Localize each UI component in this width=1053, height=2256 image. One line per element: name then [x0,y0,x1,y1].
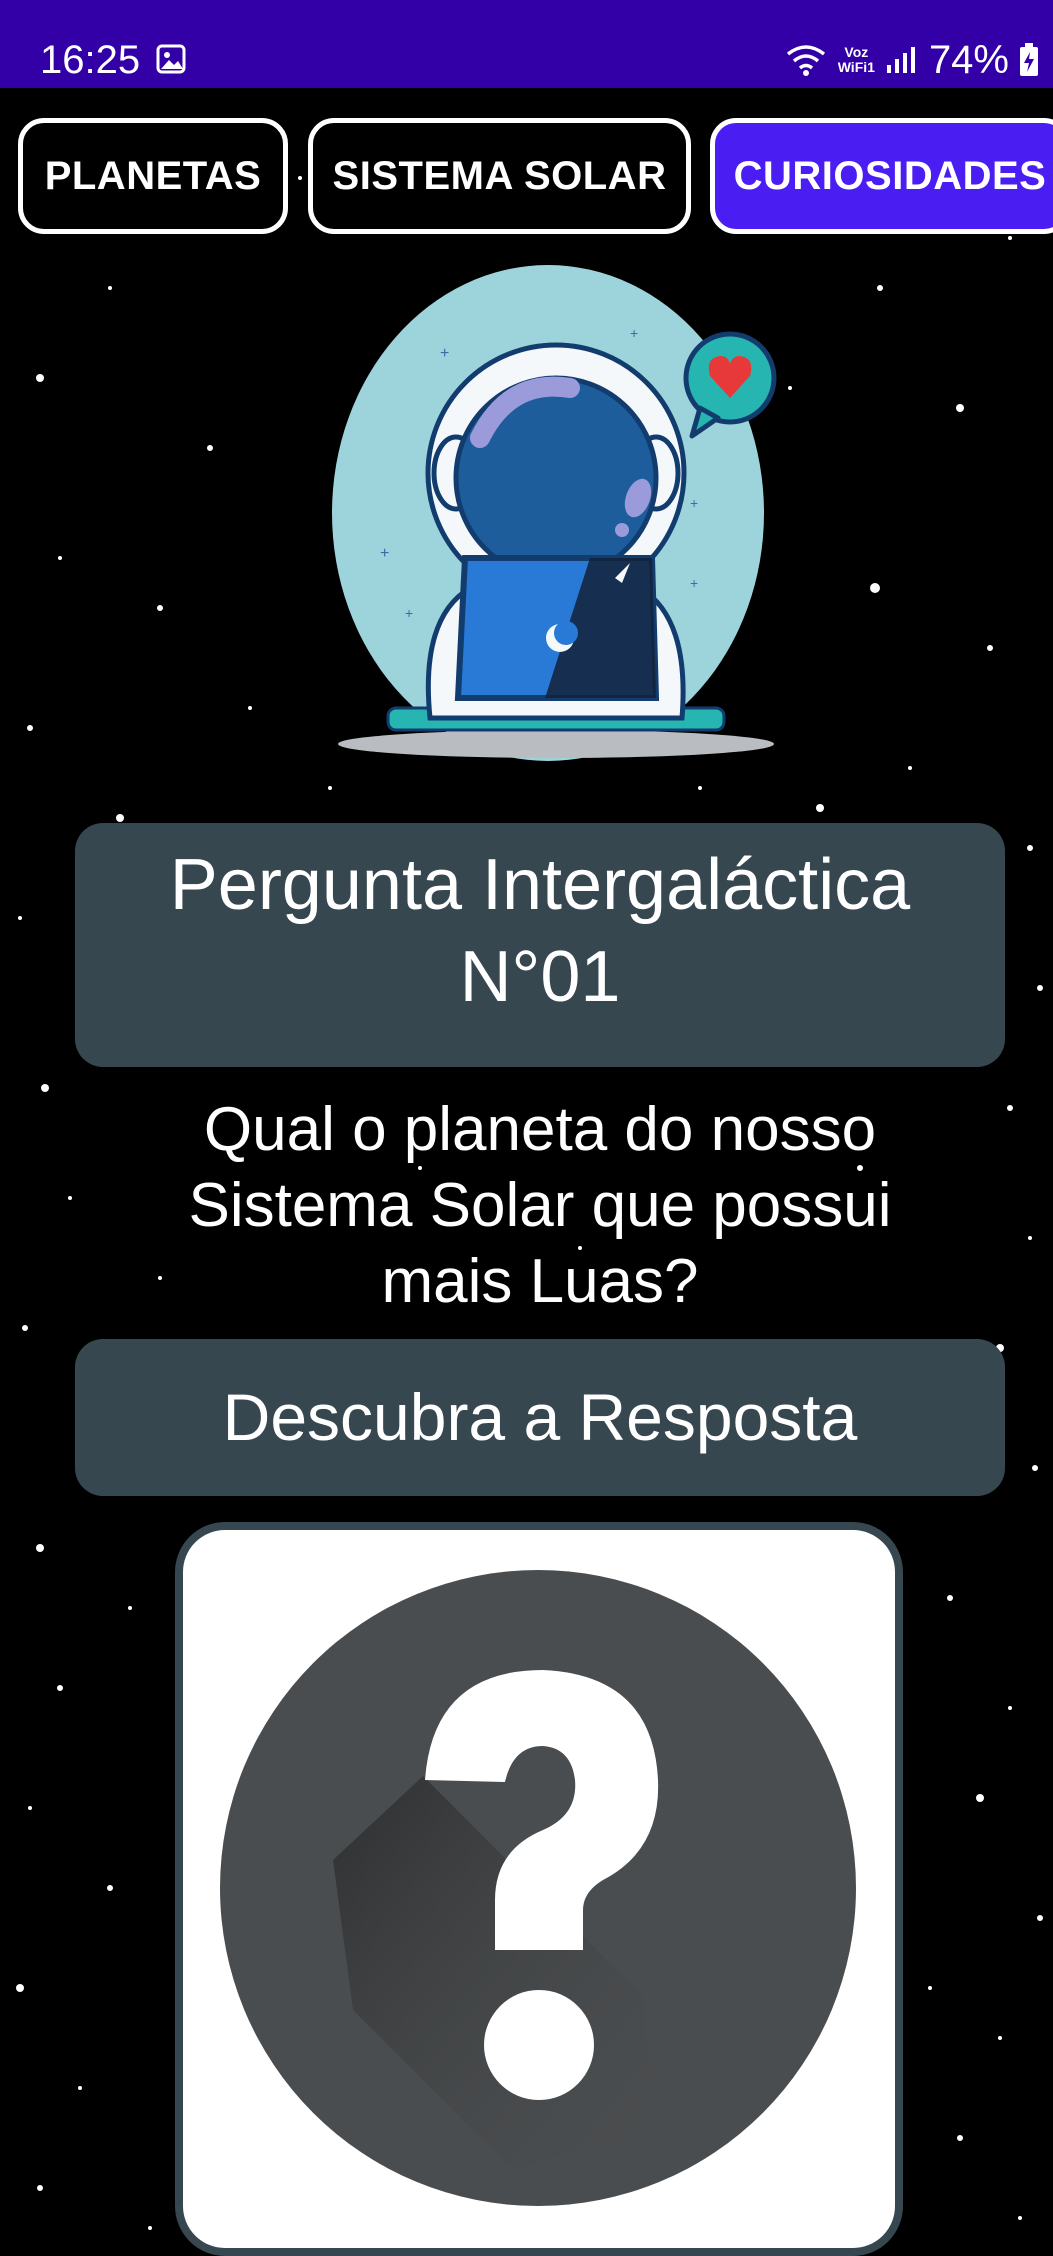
tab-curiosidades[interactable]: CURIOSIDADES [710,118,1053,234]
tab-bar: PLANETAS SISTEMA SOLAR CURIOSIDADES [0,118,1053,234]
battery-charging-icon [1020,43,1038,76]
svg-text:+: + [630,325,638,341]
reveal-answer-button[interactable]: Descubra a Resposta [75,1339,1005,1496]
wifi-icon [786,45,825,76]
svg-text:+: + [440,345,449,362]
gallery-notification-icon [156,44,186,74]
question-title-card: Pergunta Intergaláctica N°01 [75,823,1005,1067]
signal-icon [886,47,915,73]
question-text: Qual o planeta do nosso Sistema Solar qu… [120,1092,960,1320]
tab-sistema-solar[interactable]: SISTEMA SOLAR [308,118,691,234]
voz-label: Voz [844,44,869,60]
status-bar: 16:25 Voz WiFi1 74% [0,0,1053,88]
question-title-line1: Pergunta Intergaláctica [169,845,911,925]
question-line3: mais Luas? [381,1247,699,1316]
battery-percent: 74% [928,38,1009,82]
answer-image-card[interactable] [175,1522,903,2256]
voz-wifi-indicator: Voz WiFi1 [838,45,875,75]
question-line1: Qual o planeta do nosso [203,1095,877,1164]
question-mark-icon [220,1570,856,2206]
question-line2: Sistema Solar que possui [188,1171,892,1240]
astronaut-laptop-illustration: +++++++ [332,265,777,761]
svg-text:+: + [690,575,698,591]
svg-text:+: + [690,495,698,511]
svg-text:+: + [405,605,413,621]
status-time: 16:25 [40,38,141,82]
tab-planetas[interactable]: PLANETAS [18,118,288,234]
wifi-label: WiFi1 [837,59,875,75]
svg-text:+: + [380,545,389,562]
question-title-number: N°01 [459,937,621,1017]
status-right-group: Voz WiFi1 74% [784,36,1039,84]
